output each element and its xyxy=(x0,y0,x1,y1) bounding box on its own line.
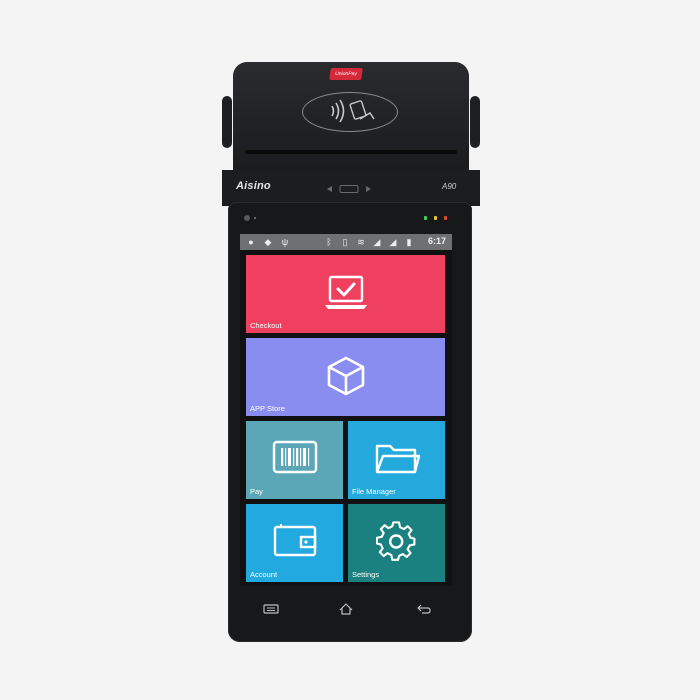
settings-tile[interactable]: Settings xyxy=(348,504,445,582)
wifi-icon: ≋ xyxy=(357,237,365,247)
battery-icon: ▮ xyxy=(406,237,412,247)
barcode-icon xyxy=(272,440,318,474)
settings-label: Settings xyxy=(352,570,380,579)
status-time: 6:17 xyxy=(427,236,446,246)
home-icon[interactable] xyxy=(338,602,354,616)
printer-side-left xyxy=(222,96,232,148)
signal-icon: ◢ xyxy=(389,237,397,247)
app-store-tile[interactable]: APP Store xyxy=(246,338,445,416)
gear-icon xyxy=(376,521,416,561)
wallet-icon xyxy=(273,524,317,557)
status-bar: ● ◆ ψ ᛒ ▯ ≋ ◢ ◢ ▮ 6:17 xyxy=(240,234,452,250)
contactless-icon xyxy=(331,99,375,123)
checkout-tile[interactable]: Checkout xyxy=(246,255,445,333)
status-led-green xyxy=(424,216,427,220)
pos-device: UnionPay Aisino A90 ● ◆ ψ ᛒ ▯ ≋ ◢ ◢ ▮ 6:… xyxy=(0,0,700,700)
pay-tile[interactable]: Pay xyxy=(246,421,343,499)
status-led-yellow xyxy=(434,216,437,220)
vibrate-icon: ▯ xyxy=(342,237,348,247)
android-icon: ● xyxy=(248,237,254,247)
app-store-label: APP Store xyxy=(250,404,285,413)
box-icon xyxy=(327,356,365,396)
usb-icon: ψ xyxy=(281,237,289,247)
printer-side-right xyxy=(470,96,480,148)
laptop-check-icon xyxy=(325,275,367,309)
location-icon: ◆ xyxy=(264,237,272,247)
printer-release-icon xyxy=(327,185,371,193)
screen: ● ◆ ψ ᛒ ▯ ≋ ◢ ◢ ▮ 6:17 Checkout APP Stor… xyxy=(240,234,452,586)
checkout-label: Checkout xyxy=(250,321,282,330)
light-sensor xyxy=(254,217,256,219)
front-camera xyxy=(244,215,250,221)
back-icon[interactable] xyxy=(416,602,432,616)
bluetooth-icon: ᛒ xyxy=(326,237,332,247)
nav-bar xyxy=(240,596,452,622)
file-manager-tile[interactable]: File Manager xyxy=(348,421,445,499)
account-label: Account xyxy=(250,570,278,579)
folder-icon xyxy=(375,444,420,474)
account-tile[interactable]: Account xyxy=(246,504,343,582)
menu-icon[interactable] xyxy=(263,602,279,616)
file-manager-label: File Manager xyxy=(352,487,396,496)
unionpay-logo: UnionPay xyxy=(329,68,363,80)
model-label: A90 xyxy=(442,182,457,191)
status-led-red xyxy=(444,216,447,220)
brand-logo: Aisino xyxy=(236,180,271,192)
paper-slot xyxy=(245,150,457,154)
pay-label: Pay xyxy=(250,487,263,496)
signal-icon: ◢ xyxy=(373,237,381,247)
